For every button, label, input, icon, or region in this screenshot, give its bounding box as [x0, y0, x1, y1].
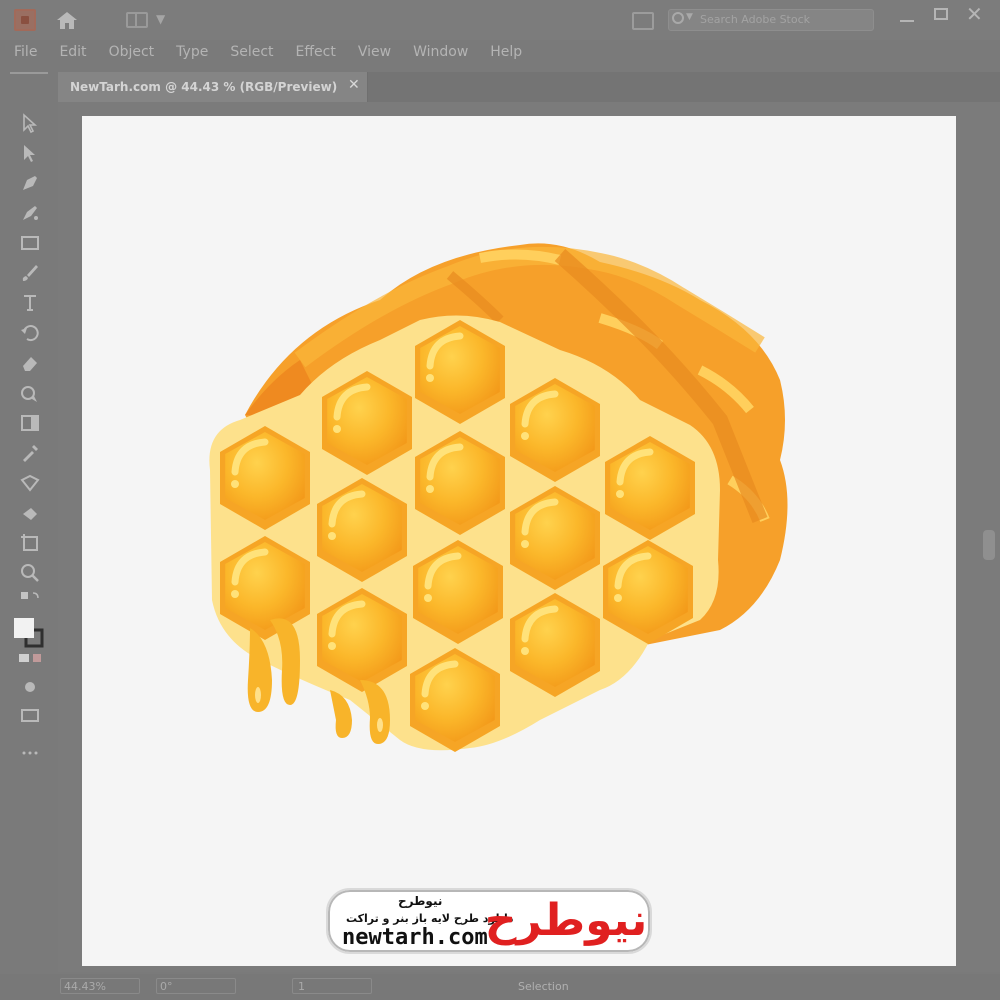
watermark-url: newtarh.com	[342, 925, 488, 950]
honey-cell-gloss	[521, 540, 529, 548]
rotation-box[interactable]	[156, 978, 236, 994]
watermark-brand-text: نیوطرح	[398, 894, 443, 908]
watermark-logo-text: نیوطرح	[486, 895, 646, 946]
honey-cell-gloss	[231, 480, 239, 488]
honey-cell-gloss	[421, 702, 429, 710]
honey-cell-gloss	[616, 490, 624, 498]
honey-cell-gloss	[426, 374, 434, 382]
watermark-logo: نیوطرح	[486, 895, 646, 946]
honey-cell-gloss	[521, 432, 529, 440]
zoom-box[interactable]	[60, 978, 140, 994]
illustrator-window: ▼ ▼ Search Adobe Stock ✕ File Edit Objec…	[0, 0, 1000, 1000]
honey-cell-gloss	[231, 590, 239, 598]
honey-cell-gloss	[521, 647, 529, 655]
artboard-box[interactable]	[292, 978, 372, 994]
status-mode: Selection	[518, 980, 569, 993]
honeycomb-illustration[interactable]	[0, 0, 1000, 1000]
status-bar: 44.43% 0° 1 Selection	[0, 974, 1000, 1000]
honey-cell-gloss	[426, 485, 434, 493]
honey-cell-gloss	[614, 594, 622, 602]
honey-cell-gloss	[328, 532, 336, 540]
honey-cell-gloss	[333, 425, 341, 433]
honey-cell-gloss	[328, 642, 336, 650]
honey-cell-gloss	[424, 594, 432, 602]
